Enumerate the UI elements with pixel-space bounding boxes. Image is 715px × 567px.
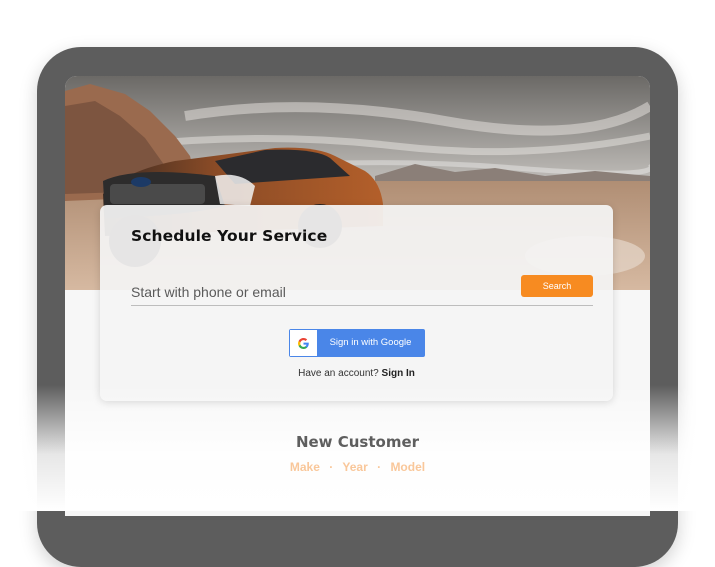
make-label[interactable]: Make bbox=[290, 460, 320, 474]
year-label[interactable]: Year bbox=[342, 460, 367, 474]
new-customer-vehicle-fields: Make · Year · Model bbox=[0, 460, 715, 474]
separator-dot: · bbox=[329, 460, 334, 474]
separator-dot: · bbox=[377, 460, 382, 474]
card-title: Schedule Your Service bbox=[131, 227, 328, 245]
google-g-icon bbox=[290, 330, 317, 356]
google-signin-label: Sign in with Google bbox=[329, 337, 412, 348]
new-customer-title: New Customer bbox=[295, 433, 420, 451]
search-button[interactable]: Search bbox=[521, 275, 593, 297]
account-prompt-text: Have an account? bbox=[298, 368, 379, 379]
google-signin-button[interactable]: Sign in with Google bbox=[289, 329, 425, 357]
signin-link[interactable]: Sign In bbox=[382, 368, 415, 379]
account-prompt-line: Have an account? Sign In bbox=[100, 368, 613, 379]
schedule-service-card: Schedule Your Service Search Sign in wit… bbox=[100, 205, 613, 401]
model-label[interactable]: Model bbox=[390, 460, 425, 474]
